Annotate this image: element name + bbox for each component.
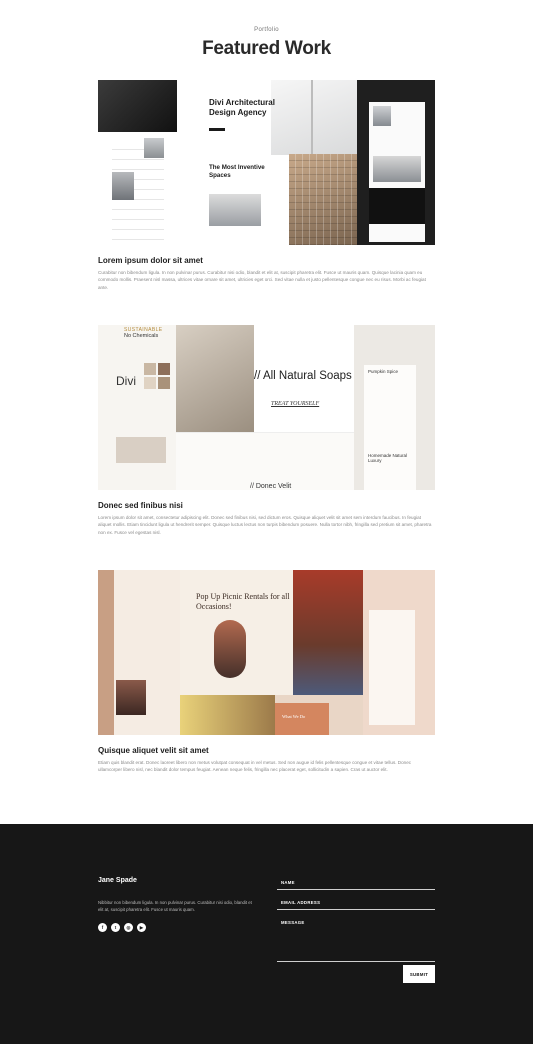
- flowers-image: [180, 695, 275, 735]
- youtube-icon[interactable]: ▶: [137, 923, 146, 932]
- page-title: Featured Work: [202, 38, 331, 59]
- project-title[interactable]: Donec sed finibus nisi: [98, 501, 183, 510]
- project-title[interactable]: Quisque aliquet velit sit amet: [98, 746, 209, 755]
- social-links: f t ◎ ▶: [98, 923, 146, 932]
- instagram-icon[interactable]: ◎: [124, 923, 133, 932]
- mockup-column: [98, 80, 177, 245]
- project-description: Lorem ipsum dolor sit amet, consectetur …: [98, 515, 432, 535]
- mockup-column: Divi Architectural Design Agency The Mos…: [177, 80, 357, 245]
- mockup-tagline: TREAT YOURSELF: [271, 401, 320, 407]
- message-field-label: MESSAGE: [281, 920, 305, 925]
- mockup-subtitle: No Chemicals: [124, 333, 159, 339]
- mockup-subheadline: The Most Inventive Spaces: [209, 164, 265, 179]
- arch-image: [214, 620, 246, 678]
- name-field[interactable]: [277, 889, 435, 890]
- section-eyebrow: Portfolio: [254, 27, 279, 33]
- portfolio-header: Portfolio Featured Work: [0, 0, 533, 80]
- project-card: SUSTAINABLE No Chemicals Divi // All Nat…: [98, 325, 435, 535]
- soap-image: [176, 325, 254, 432]
- mockup-column: Pumpkin Spice Homemade Natural Luxury: [354, 325, 435, 490]
- message-field[interactable]: [277, 961, 435, 962]
- mockup-column: [357, 80, 435, 245]
- project-image-soaps[interactable]: SUSTAINABLE No Chemicals Divi // All Nat…: [98, 325, 435, 490]
- mockup-panel-title: What We Do: [282, 714, 306, 719]
- project-image-picnic[interactable]: Pop Up Picnic Rentals for all Occasions!…: [98, 570, 435, 735]
- footer-bio: Nibbitur non bibendum ligula. In non pul…: [98, 900, 252, 912]
- project-title[interactable]: Lorem ipsum dolor sit amet: [98, 256, 203, 265]
- mockup-side-title: Homemade Natural Luxury: [368, 453, 408, 463]
- bridge-image: [271, 80, 357, 155]
- footer: Jane Spade Nibbitur non bibendum ligula.…: [0, 824, 533, 1044]
- twitter-icon[interactable]: t: [111, 923, 120, 932]
- mockup-logo: Divi: [116, 374, 136, 388]
- email-field[interactable]: [277, 909, 435, 910]
- project-description: Curabitur non bibendum ligula. In non pu…: [98, 270, 426, 290]
- mockup-headline: // All Natural Soaps: [254, 370, 352, 382]
- submit-button[interactable]: SUBMIT: [403, 965, 435, 983]
- flowers-image: [293, 570, 363, 695]
- mockup-column: [98, 570, 180, 735]
- mockup-lower-heading: // Donec Velit: [250, 483, 292, 490]
- mockup-headline: Divi Architectural Design Agency: [209, 98, 275, 117]
- building-image: [289, 154, 357, 245]
- footer-name: Jane Spade: [98, 877, 137, 884]
- project-description: Etiam quis blandit erat. Donec laoreet l…: [98, 760, 412, 773]
- project-card: Pop Up Picnic Rentals for all Occasions!…: [98, 570, 435, 772]
- email-field-label: EMAIL ADDRESS: [281, 900, 321, 905]
- mockup-column: [98, 325, 178, 490]
- mockup-column: [363, 570, 435, 735]
- mockup-headline: Pop Up Picnic Rentals for all Occasions!: [196, 592, 290, 611]
- facebook-icon[interactable]: f: [98, 923, 107, 932]
- mockup-side-title: Pumpkin Spice: [368, 369, 399, 374]
- project-image-architecture[interactable]: Divi Architectural Design Agency The Mos…: [98, 80, 435, 245]
- name-field-label: NAME: [281, 880, 295, 885]
- project-card: Divi Architectural Design Agency The Mos…: [98, 80, 435, 290]
